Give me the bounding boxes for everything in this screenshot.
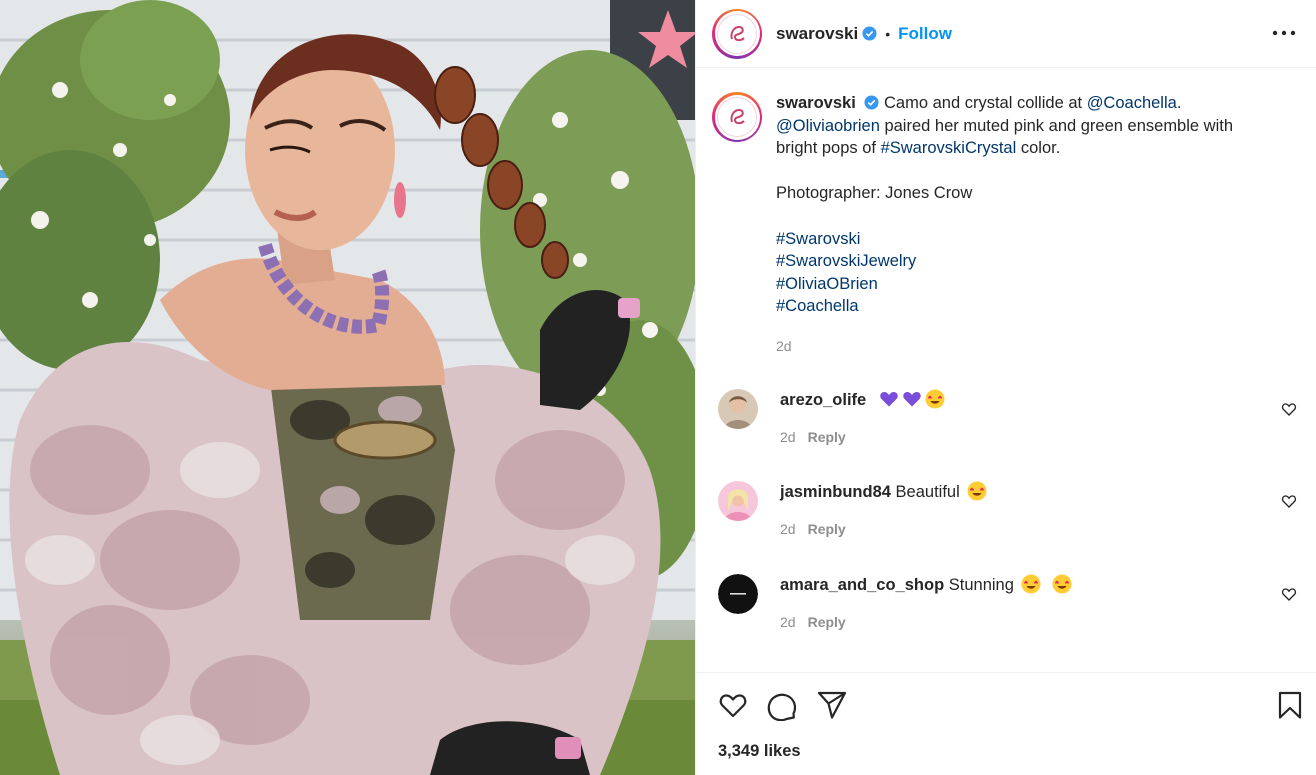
mention-oliviaobrien[interactable]: @Oliviaobrien xyxy=(776,117,880,135)
header-separator: • xyxy=(885,25,891,42)
comment-age[interactable]: 2d xyxy=(780,521,796,537)
caption-line2: paired her muted pink and green ensemble… xyxy=(879,116,1234,135)
caption-line1-end: . xyxy=(1176,94,1182,112)
author-username[interactable]: swarovski xyxy=(776,24,858,44)
swan-logo-icon xyxy=(730,108,745,125)
post-photo[interactable] xyxy=(0,0,695,775)
hashtag-coachella[interactable]: #Coachella xyxy=(776,295,1296,318)
reply-button[interactable]: Reply xyxy=(808,429,846,445)
reply-button[interactable]: Reply xyxy=(808,521,846,537)
more-options-button[interactable] xyxy=(1271,20,1297,46)
caption-age[interactable]: 2d xyxy=(776,335,1296,358)
more-options-icon xyxy=(1272,30,1296,36)
comment-icon[interactable] xyxy=(766,689,798,721)
hashtag-oliviaobrien[interactable]: #OliviaOBrien xyxy=(776,273,1296,296)
like-comment-icon[interactable] xyxy=(1281,401,1297,417)
post-caption: swarovski Camo and crystal collide at @C… xyxy=(712,92,1302,358)
caption-line3: bright pops of xyxy=(776,139,881,158)
reply-button[interactable]: Reply xyxy=(808,614,846,630)
share-icon[interactable] xyxy=(816,689,848,721)
caption-line3-end: color. xyxy=(1016,139,1061,158)
caption-photographer: Photographer: Jones Crow xyxy=(776,184,973,203)
hashtag-swarovskicrystal[interactable]: #SwarovskiCrystal xyxy=(881,139,1017,157)
hashtag-swarovskijewelry[interactable]: #SwarovskiJewelry xyxy=(776,250,1296,273)
post-photo-illustration xyxy=(0,0,695,775)
comment-item: jasminbund84 Beautiful 2d Reply xyxy=(718,481,1303,537)
heart-eyes-emoji-icon xyxy=(967,481,987,501)
comment-text: Beautiful xyxy=(895,483,960,501)
caption-text: swarovski Camo and crystal collide at @C… xyxy=(776,92,1296,358)
post-header: swarovski • Follow xyxy=(696,0,1316,68)
post-actions: 3,349 likes xyxy=(696,672,1316,775)
commenter-avatar[interactable] xyxy=(718,389,758,429)
heart-eyes-emoji-icon xyxy=(925,389,945,409)
instagram-post-modal: swarovski • Follow swarovski Camo and cr… xyxy=(0,0,1316,775)
likes-count[interactable]: 3,349 likes xyxy=(718,742,801,761)
author-avatar[interactable] xyxy=(712,8,762,59)
bookmark-icon[interactable] xyxy=(1274,689,1306,721)
post-side-panel: swarovski • Follow swarovski Camo and cr… xyxy=(695,0,1316,775)
purple-heart-icon xyxy=(880,392,898,407)
commenter-photo xyxy=(718,481,758,521)
follow-button[interactable]: Follow xyxy=(898,24,952,44)
caption-author-avatar[interactable] xyxy=(712,92,762,142)
hashtag-swarovski[interactable]: #Swarovski xyxy=(776,228,1296,251)
comment-item: arezo_olife 2d Reply xyxy=(718,389,1303,445)
amara-logo-icon xyxy=(718,574,758,614)
commenter-username[interactable]: amara_and_co_shop xyxy=(780,576,944,594)
caption-line1: Camo and crystal collide at xyxy=(884,94,1087,112)
comment-item: amara_and_co_shop Stunning 2d Reply xyxy=(718,574,1303,630)
commenter-username[interactable]: jasminbund84 xyxy=(780,483,891,501)
verified-badge-icon xyxy=(864,95,879,110)
like-comment-icon[interactable] xyxy=(1281,586,1297,602)
commenter-avatar[interactable] xyxy=(718,481,758,521)
comment-age[interactable]: 2d xyxy=(780,429,796,445)
commenter-avatar[interactable] xyxy=(718,574,758,614)
comment-age[interactable]: 2d xyxy=(780,614,796,630)
like-comment-icon[interactable] xyxy=(1281,493,1297,509)
heart-eyes-emoji-icon xyxy=(1052,574,1072,594)
comment-text: Stunning xyxy=(948,576,1014,594)
commenter-username[interactable]: arezo_olife xyxy=(780,391,866,409)
swan-logo-icon xyxy=(730,25,745,41)
heart-icon[interactable] xyxy=(717,689,749,721)
commenter-photo xyxy=(718,389,758,429)
purple-heart-icon xyxy=(903,392,921,407)
mention-coachella[interactable]: @Coachella xyxy=(1087,94,1177,112)
verified-badge-icon xyxy=(862,26,877,41)
caption-username[interactable]: swarovski xyxy=(776,94,856,112)
heart-eyes-emoji-icon xyxy=(1021,574,1041,594)
